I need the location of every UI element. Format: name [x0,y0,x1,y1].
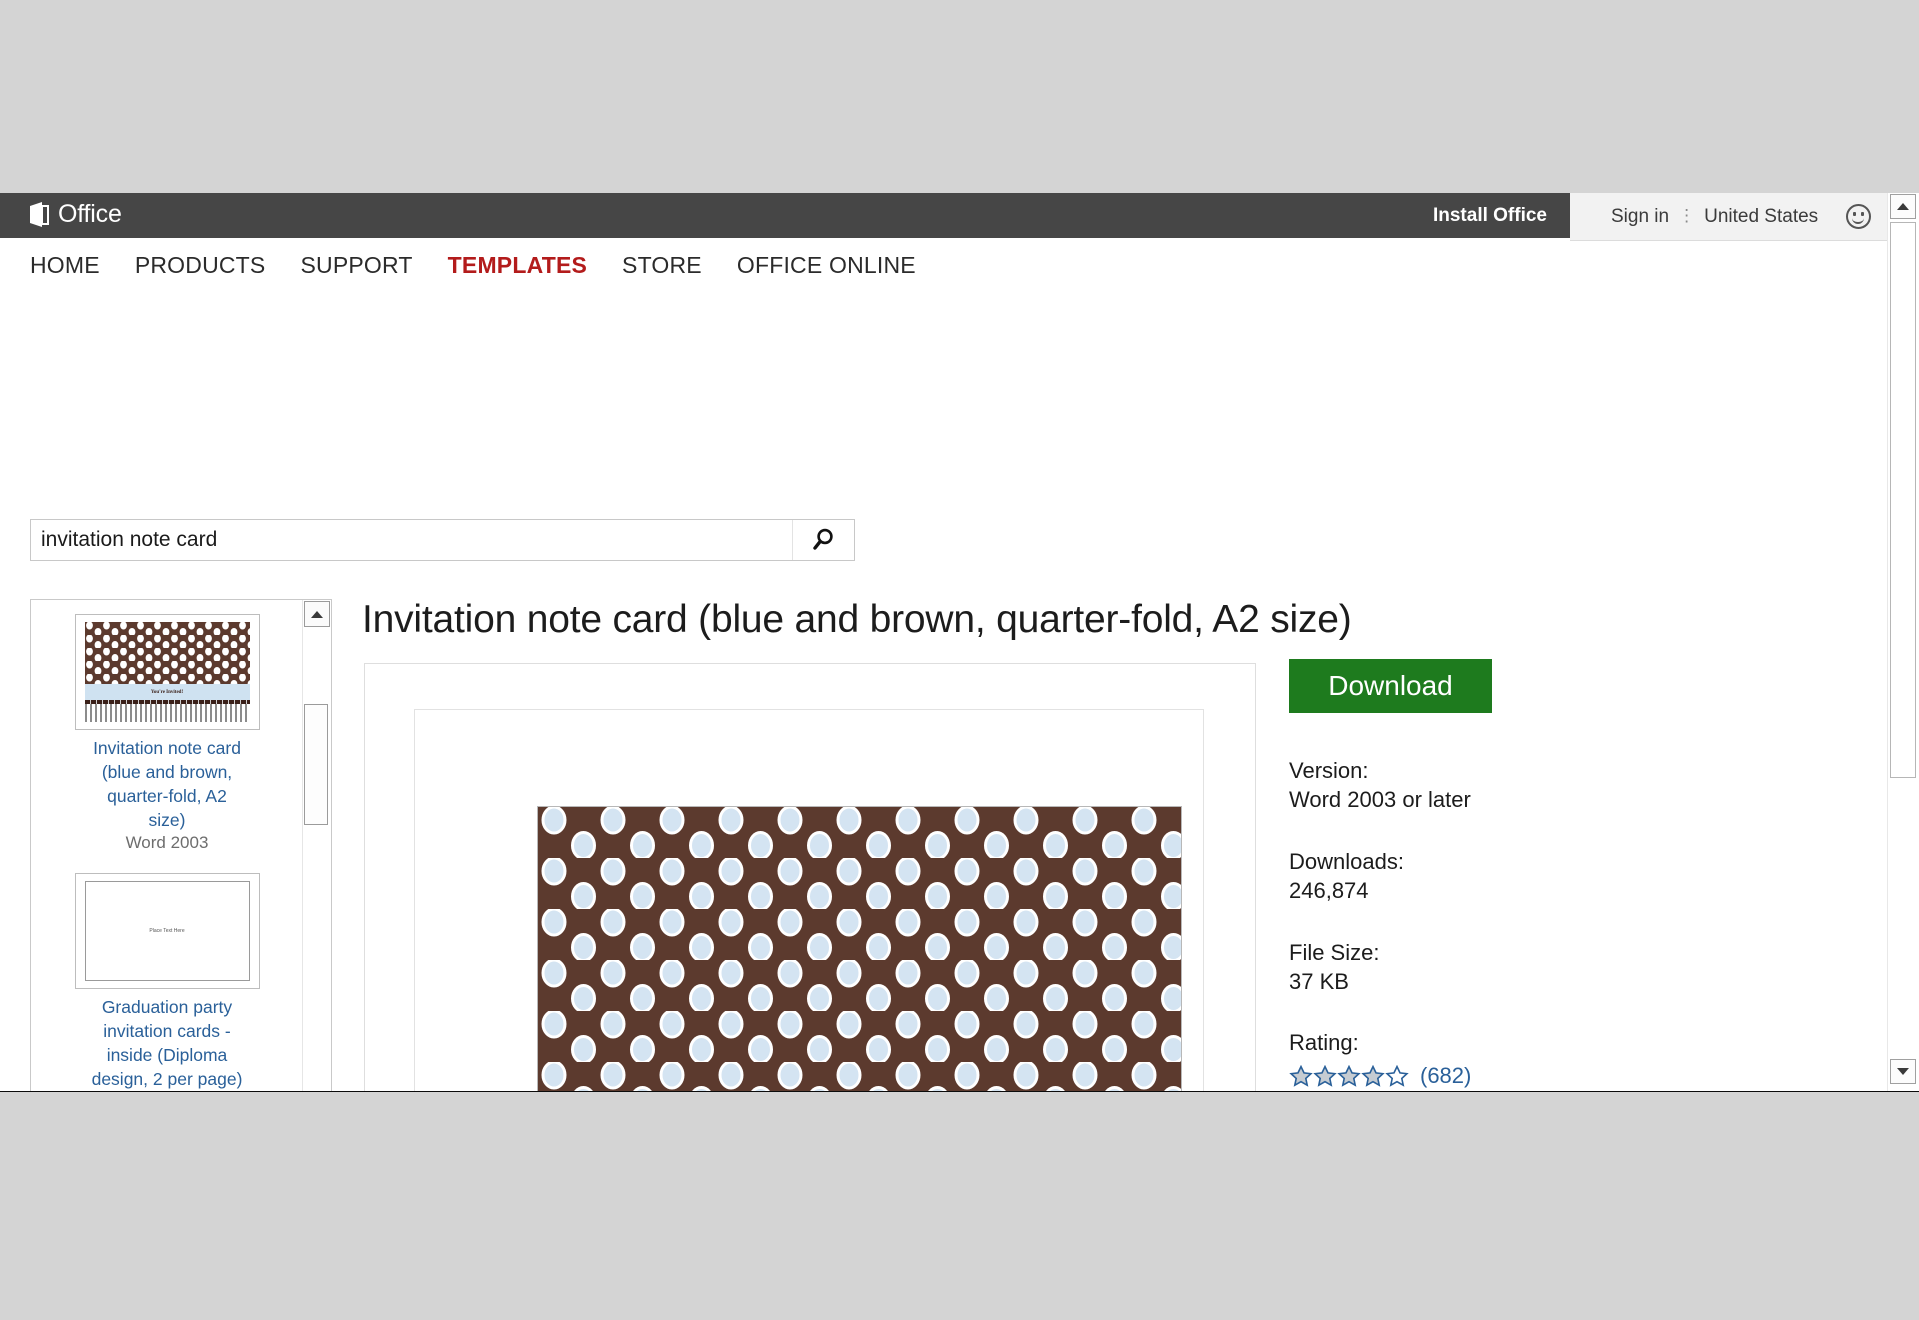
search-results-sidebar[interactable]: You're Invited! Invitation note card (bl… [30,599,332,1092]
thumb-banner: You're Invited! [85,684,250,700]
magnifier-icon [811,527,837,553]
filesize-value: 37 KB [1289,967,1379,996]
viewport-bottom-border [0,1091,1919,1092]
office-brand-logo[interactable]: Office [30,202,122,227]
rating-stars[interactable]: (682) [1289,1063,1471,1089]
list-item[interactable]: You're Invited! Invitation note card (bl… [31,600,303,859]
rating-meta: Rating: [1289,1028,1359,1057]
scroll-up-arrow-icon [1897,203,1909,210]
page-scroll-up-button[interactable] [1890,194,1916,219]
thumb-stripes [85,700,250,722]
browser-viewport: Office Install Office Sign in ⋮ United S… [0,193,1919,1092]
office-logo-icon [30,202,49,227]
thumb-banner-text: You're Invited! [151,690,183,695]
install-office-link[interactable]: Install Office [1433,205,1547,227]
nav-item-store[interactable]: STORE [622,252,702,279]
account-panel: Sign in ⋮ United States [1570,193,1900,241]
thumbnail-frame: Place Text Here [75,873,260,989]
star-filled-icon[interactable] [1313,1065,1337,1088]
version-meta: Version: Word 2003 or later [1289,756,1471,814]
version-value: Word 2003 or later [1289,785,1471,814]
result-title[interactable]: Invitation note card (blue and brown, qu… [87,736,247,832]
template-preview-page: You're Invited! [414,709,1204,1092]
card-polka-dot-area [538,807,1181,1092]
download-button[interactable]: Download [1289,659,1492,713]
search-box [30,519,855,561]
plain-card-thumbnail: Place Text Here [85,881,250,981]
rating-count[interactable]: (682) [1420,1063,1471,1089]
nav-item-home[interactable]: HOME [30,252,100,279]
star-filled-icon[interactable] [1361,1065,1385,1088]
nav-item-support[interactable]: SUPPORT [300,252,412,279]
thumb-plain-area: Place Text Here [85,881,250,981]
page-title: Invitation note card (blue and brown, qu… [362,598,1352,642]
office-brand-label: Office [58,202,122,227]
downloads-value: 246,874 [1289,876,1404,905]
country-selector[interactable]: United States [1704,206,1818,228]
scroll-up-arrow-icon [311,611,323,618]
sidebar-scroll-up-button[interactable] [304,601,330,627]
nav-item-products[interactable]: PRODUCTS [135,252,266,279]
search-input[interactable] [31,519,792,561]
invitation-card-preview: You're Invited! [537,806,1182,1092]
result-title[interactable]: Graduation party invitation cards - insi… [87,995,247,1091]
nav-item-office-online[interactable]: OFFICE ONLINE [737,252,916,279]
list-item[interactable]: Place Text Here Graduation party invitat… [31,859,303,1092]
star-empty-icon[interactable] [1385,1065,1409,1088]
results-list: You're Invited! Invitation note card (bl… [31,600,303,1092]
sidebar-scroll-thumb[interactable] [304,704,328,825]
nav-item-templates[interactable]: TEMPLATES [448,252,587,279]
search-button[interactable] [792,520,854,560]
star-filled-icon[interactable] [1337,1065,1361,1088]
sidebar-scrollbar[interactable] [302,600,331,1092]
filesize-label: File Size: [1289,938,1379,967]
thumbnail-frame: You're Invited! [75,614,260,730]
template-preview-panel: You're Invited! [364,663,1256,1092]
rating-label: Rating: [1289,1028,1359,1057]
scroll-down-arrow-icon [1897,1068,1909,1075]
sign-in-link[interactable]: Sign in [1611,206,1669,228]
search-row [30,519,855,561]
page-scroll-thumb[interactable] [1890,222,1916,778]
thumb-dot-pattern [85,622,250,684]
office-header-bar: Office Install Office [0,193,1570,238]
polka-card-thumbnail: You're Invited! [85,622,250,722]
page-scroll-down-button[interactable] [1890,1059,1916,1084]
downloads-meta: Downloads: 246,874 [1289,847,1404,905]
vertical-dots-icon[interactable]: ⋮ [1678,210,1695,222]
smiley-feedback-icon[interactable] [1846,204,1871,229]
result-version: Word 2003 [126,833,209,853]
thumb-dots-area [85,622,250,684]
page-scrollbar[interactable] [1887,193,1919,1092]
filesize-meta: File Size: 37 KB [1289,938,1379,996]
downloads-label: Downloads: [1289,847,1404,876]
main-navigation: HOME PRODUCTS SUPPORT TEMPLATES STORE OF… [0,238,1880,293]
version-label: Version: [1289,756,1471,785]
thumb-placeholder-text: Place Text Here [149,928,184,934]
star-filled-icon[interactable] [1289,1065,1313,1088]
polka-dot-pattern [538,807,1181,1092]
